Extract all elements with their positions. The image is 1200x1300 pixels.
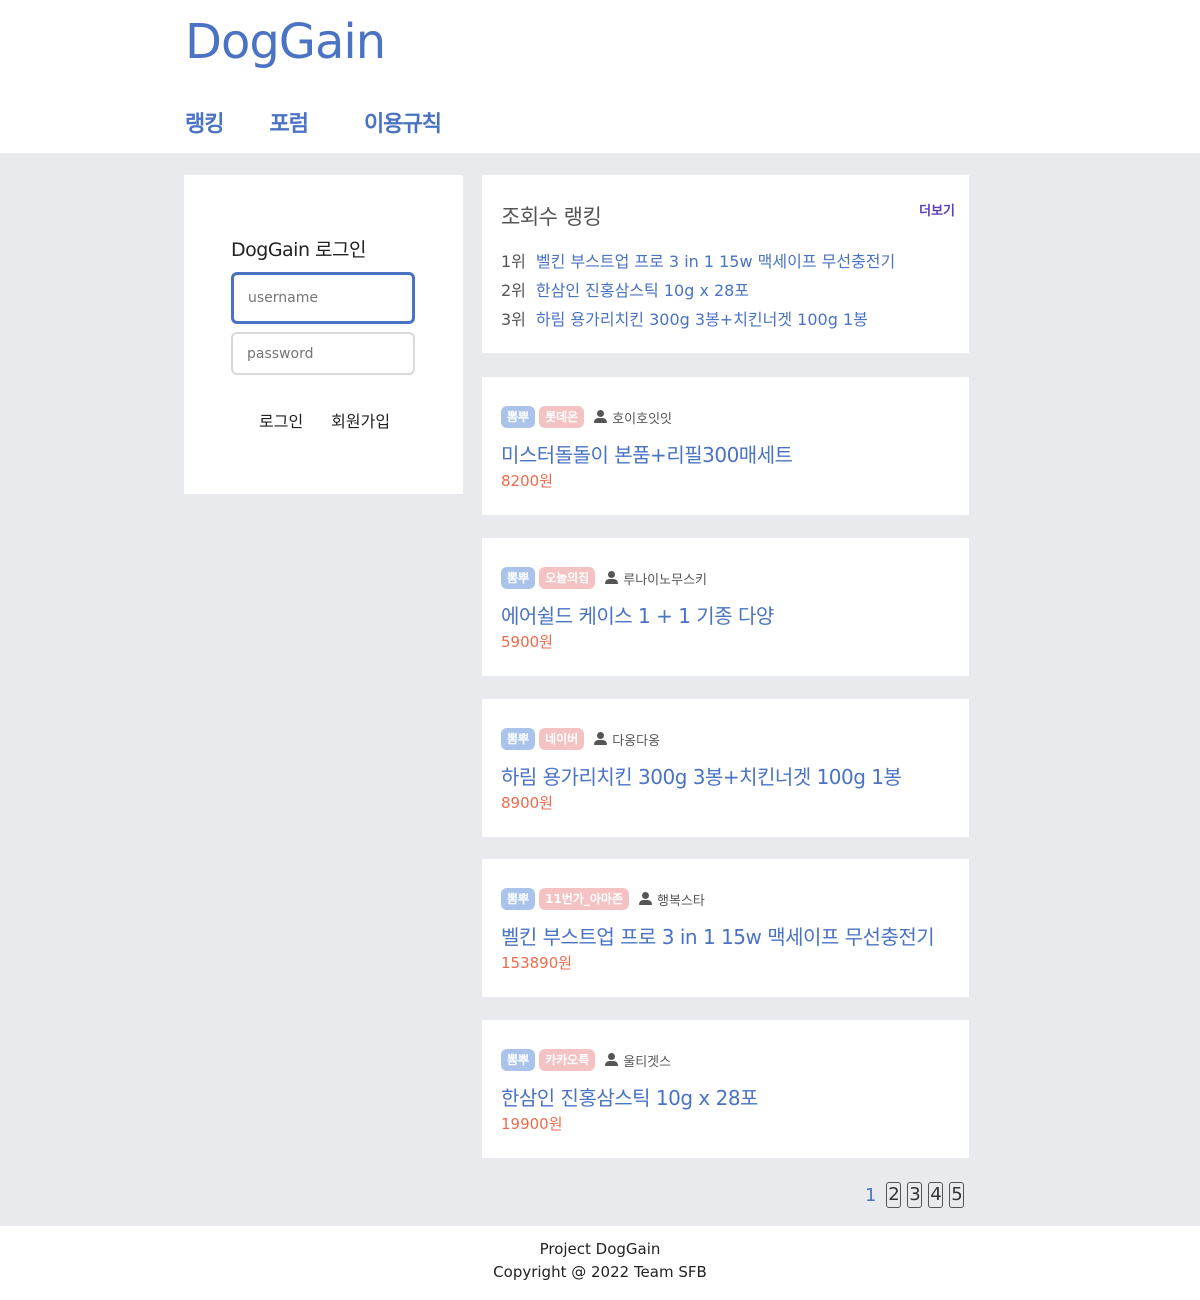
login-panel: DogGain 로그인 로그인 회원가입 — [184, 175, 463, 494]
post-author: 호이호잇잇 — [612, 411, 673, 427]
rank-number: 2위 — [501, 280, 526, 300]
post-meta: 뽐뿌 롯데온 호이호잇잇 — [501, 406, 672, 428]
post-author: 다옹다옹 — [612, 733, 661, 749]
post-card: 뽐뿌 네이버 다옹다옹 하림 용가리치킨 300g 3봉+치킨너겟 100g 1… — [482, 699, 969, 837]
user-icon — [594, 732, 608, 746]
ranking-title: 조회수 랭킹 — [501, 205, 602, 229]
post-price: 8200원 — [501, 472, 553, 490]
nav-forum[interactable]: 포럼 — [269, 106, 308, 138]
shop-badge: 롯데온 — [539, 406, 585, 428]
page-link[interactable]: 5 — [949, 1182, 965, 1208]
ranking-item-link[interactable]: 하림 용가리치킨 300g 3봉+치킨너겟 100g 1봉 — [536, 306, 868, 330]
footer-copyright: Copyright @ 2022 Team SFB — [493, 1263, 707, 1281]
user-icon — [594, 410, 608, 424]
post-card: 뽐뿌 오늘의집 루나이노무스키 에어쉴드 케이스 1 + 1 기종 다양 590… — [482, 538, 969, 676]
post-card: 뽐뿌 카카오톡 울티겟스 한삼인 진홍삼스틱 10g x 28포 19900원 — [482, 1020, 969, 1158]
nav-rules[interactable]: 이용규칙 — [364, 106, 442, 138]
post-author: 행복스타 — [657, 893, 705, 909]
shop-badge: 카카오톡 — [539, 1049, 596, 1071]
post-meta: 뽐뿌 오늘의집 루나이노무스키 — [501, 567, 707, 589]
login-actions: 로그인 회원가입 — [259, 408, 390, 432]
main-nav: 랭킹 포럼 이용규칙 — [185, 106, 442, 138]
more-link[interactable]: 더보기 — [919, 200, 955, 219]
site-footer: Project DogGain Copyright @ 2022 Team SF… — [0, 1226, 1200, 1300]
brand-logo[interactable]: DogGain — [185, 14, 386, 70]
post-title-link[interactable]: 하림 용가리치킨 300g 3봉+치킨너겟 100g 1봉 — [501, 761, 902, 790]
category-badge: 뽐뿌 — [501, 1049, 536, 1071]
post-title-link[interactable]: 벨킨 부스트업 프로 3 in 1 15w 맥세이프 무선충전기 — [501, 921, 935, 950]
view-ranking-panel: 조회수 랭킹 더보기 1위 벨킨 부스트업 프로 3 in 1 15w 맥세이프… — [482, 175, 969, 353]
category-badge: 뽐뿌 — [501, 406, 536, 428]
page-link[interactable]: 3 — [907, 1182, 923, 1208]
post-price: 19900원 — [501, 1115, 563, 1133]
shop-badge: 11번가_아마존 — [539, 888, 629, 910]
post-meta: 뽐뿌 네이버 다옹다옹 — [501, 728, 660, 750]
category-badge: 뽐뿌 — [501, 567, 536, 589]
ranking-item-link[interactable]: 한삼인 진홍삼스틱 10g x 28포 — [536, 277, 749, 301]
login-button[interactable]: 로그인 — [259, 408, 303, 432]
site-header: DogGain 랭킹 포럼 이용규칙 — [0, 0, 1200, 153]
shop-badge: 오늘의집 — [539, 567, 596, 589]
nav-ranking[interactable]: 랭킹 — [185, 106, 224, 138]
post-title-link[interactable]: 미스터돌돌이 본품+리필300매세트 — [501, 439, 793, 468]
ranking-item-link[interactable]: 벨킨 부스트업 프로 3 in 1 15w 맥세이프 무선충전기 — [536, 248, 895, 272]
ranking-item: 2위 한삼인 진홍삼스틱 10g x 28포 — [501, 274, 895, 303]
user-icon — [605, 1053, 619, 1067]
post-card: 뽐뿌 11번가_아마존 행복스타 벨킨 부스트업 프로 3 in 1 15w 맥… — [482, 859, 969, 997]
post-price: 8900원 — [501, 794, 553, 812]
user-icon — [605, 571, 619, 585]
ranking-list: 1위 벨킨 부스트업 프로 3 in 1 15w 맥세이프 무선충전기 2위 한… — [501, 245, 895, 332]
password-input[interactable] — [231, 332, 415, 375]
post-title-link[interactable]: 에어쉴드 케이스 1 + 1 기종 다양 — [501, 600, 774, 629]
post-author: 루나이노무스키 — [623, 572, 707, 588]
login-title: DogGain 로그인 — [231, 239, 366, 261]
ranking-item: 3위 하림 용가리치킨 300g 3봉+치킨너겟 100g 1봉 — [501, 303, 895, 332]
rank-number: 1위 — [501, 251, 526, 271]
category-badge: 뽐뿌 — [501, 888, 536, 910]
page-link[interactable]: 4 — [928, 1182, 944, 1208]
username-input[interactable] — [231, 272, 415, 324]
post-author: 울티겟스 — [623, 1054, 672, 1070]
page-current: 1 — [865, 1184, 877, 1206]
post-card: 뽐뿌 롯데온 호이호잇잇 미스터돌돌이 본품+리필300매세트 8200원 — [482, 377, 969, 515]
post-title-link[interactable]: 한삼인 진홍삼스틱 10g x 28포 — [501, 1082, 758, 1111]
pagination: 1 2 3 4 5 — [865, 1182, 965, 1208]
ranking-item: 1위 벨킨 부스트업 프로 3 in 1 15w 맥세이프 무선충전기 — [501, 245, 895, 274]
signup-button[interactable]: 회원가입 — [331, 408, 390, 432]
post-meta: 뽐뿌 11번가_아마존 행복스타 — [501, 888, 705, 910]
shop-badge: 네이버 — [539, 728, 585, 750]
footer-project: Project DogGain — [539, 1240, 661, 1258]
post-meta: 뽐뿌 카카오톡 울티겟스 — [501, 1049, 671, 1071]
category-badge: 뽐뿌 — [501, 728, 536, 750]
rank-number: 3위 — [501, 309, 526, 329]
user-icon — [639, 892, 653, 906]
post-price: 153890원 — [501, 954, 573, 972]
page-link[interactable]: 2 — [886, 1182, 902, 1208]
post-price: 5900원 — [501, 633, 553, 651]
